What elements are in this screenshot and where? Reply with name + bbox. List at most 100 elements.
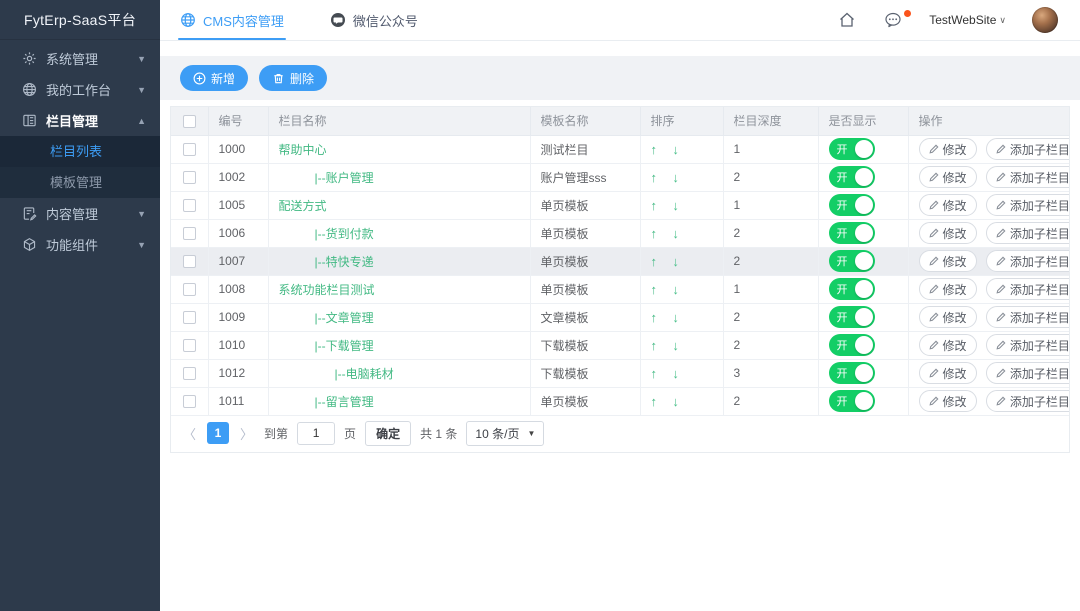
page-jump-input[interactable]: [297, 422, 335, 445]
avatar[interactable]: [1032, 7, 1058, 33]
home-icon[interactable]: [837, 10, 857, 30]
move-up-icon[interactable]: ↑: [651, 282, 658, 297]
move-down-icon[interactable]: ↓: [672, 366, 679, 381]
move-down-icon[interactable]: ↓: [672, 282, 679, 297]
current-page-button[interactable]: 1: [207, 422, 229, 444]
add-button[interactable]: 新增: [180, 65, 248, 91]
page-size-select[interactable]: 10 条/页 ▼: [466, 421, 544, 446]
row-checkbox[interactable]: [183, 395, 196, 408]
visibility-toggle[interactable]: 开: [829, 390, 875, 412]
visibility-toggle[interactable]: 开: [829, 166, 875, 188]
pencil-icon: [996, 256, 1006, 266]
row-checkbox[interactable]: [183, 339, 196, 352]
add-child-column-button[interactable]: 添加子栏目: [986, 222, 1069, 244]
messages-icon[interactable]: [883, 10, 903, 30]
sidebar-item-column-management[interactable]: 栏目管理 ▲: [0, 105, 160, 136]
row-checkbox[interactable]: [183, 255, 196, 268]
confirm-button[interactable]: 确定: [365, 421, 411, 446]
sidebar-item-template-management[interactable]: 模板管理: [0, 167, 160, 198]
sidebar-item-content[interactable]: 内容管理 ▼: [0, 198, 160, 229]
sidebar-item-components[interactable]: 功能组件 ▼: [0, 229, 160, 260]
edit-button[interactable]: 修改: [919, 278, 977, 300]
visibility-toggle[interactable]: 开: [829, 278, 875, 300]
add-child-column-button[interactable]: 添加子栏目: [986, 390, 1069, 412]
edit-button[interactable]: 修改: [919, 222, 977, 244]
edit-button[interactable]: 修改: [919, 250, 977, 272]
sidebar-item-workbench[interactable]: 我的工作台 ▼: [0, 74, 160, 105]
column-name-link[interactable]: |--特快专递: [315, 253, 374, 270]
edit-button[interactable]: 修改: [919, 306, 977, 328]
visibility-toggle[interactable]: 开: [829, 362, 875, 384]
move-down-icon[interactable]: ↓: [672, 170, 679, 185]
row-checkbox[interactable]: [183, 283, 196, 296]
add-child-column-button[interactable]: 添加子栏目: [986, 166, 1069, 188]
add-child-column-button[interactable]: 添加子栏目: [986, 278, 1069, 300]
row-checkbox[interactable]: [183, 199, 196, 212]
edit-button[interactable]: 修改: [919, 362, 977, 384]
tab-wechat-official[interactable]: 微信公众号: [328, 0, 420, 40]
edit-button[interactable]: 修改: [919, 390, 977, 412]
add-child-column-button[interactable]: 添加子栏目: [986, 138, 1069, 160]
add-child-column-button[interactable]: 添加子栏目: [986, 334, 1069, 356]
move-down-icon[interactable]: ↓: [672, 198, 679, 213]
table-row: 1012 |--电脑耗材 下载模板 ↑ ↓ 3 开 修改 添加: [171, 359, 1069, 387]
delete-button[interactable]: 删除: [259, 65, 327, 91]
visibility-toggle[interactable]: 开: [829, 334, 875, 356]
column-name-link[interactable]: |--电脑耗材: [335, 365, 394, 382]
move-up-icon[interactable]: ↑: [651, 198, 658, 213]
edit-button[interactable]: 修改: [919, 334, 977, 356]
row-checkbox[interactable]: [183, 311, 196, 324]
sidebar-item-system[interactable]: 系统管理 ▼: [0, 43, 160, 74]
select-all-checkbox[interactable]: [183, 115, 196, 128]
add-child-button-label: 添加子栏目: [1010, 281, 1069, 298]
row-depth: 2: [723, 163, 818, 191]
edit-button[interactable]: 修改: [919, 194, 977, 216]
column-name-link[interactable]: 配送方式: [279, 197, 327, 214]
move-down-icon[interactable]: ↓: [672, 310, 679, 325]
visibility-toggle[interactable]: 开: [829, 138, 875, 160]
move-down-icon[interactable]: ↓: [672, 338, 679, 353]
row-name-cell: |--留言管理: [268, 387, 530, 415]
add-child-column-button[interactable]: 添加子栏目: [986, 250, 1069, 272]
tab-cms-content[interactable]: CMS内容管理: [178, 0, 286, 40]
row-checkbox[interactable]: [183, 143, 196, 156]
row-checkbox[interactable]: [183, 227, 196, 240]
column-name-link[interactable]: |--下载管理: [315, 337, 374, 354]
row-sort-cell: ↑ ↓: [640, 331, 723, 359]
move-up-icon[interactable]: ↑: [651, 394, 658, 409]
edit-button[interactable]: 修改: [919, 138, 977, 160]
site-switcher[interactable]: TestWebSite ∨: [929, 13, 1006, 27]
next-page-button[interactable]: 〉: [238, 424, 255, 443]
move-down-icon[interactable]: ↓: [672, 254, 679, 269]
column-name-link[interactable]: |--文章管理: [315, 309, 374, 326]
sidebar-item-column-list[interactable]: 栏目列表: [0, 136, 160, 167]
column-name-link[interactable]: 系统功能栏目测试: [279, 281, 375, 298]
add-child-column-button[interactable]: 添加子栏目: [986, 194, 1069, 216]
move-down-icon[interactable]: ↓: [672, 142, 679, 157]
prev-page-button[interactable]: 〈: [181, 424, 198, 443]
row-checkbox[interactable]: [183, 171, 196, 184]
move-up-icon[interactable]: ↑: [651, 310, 658, 325]
visibility-toggle[interactable]: 开: [829, 194, 875, 216]
column-name-link[interactable]: |--留言管理: [315, 393, 374, 410]
move-down-icon[interactable]: ↓: [672, 394, 679, 409]
row-checkbox[interactable]: [183, 367, 196, 380]
move-up-icon[interactable]: ↑: [651, 254, 658, 269]
column-name-link[interactable]: |--货到付款: [315, 225, 374, 242]
visibility-toggle[interactable]: 开: [829, 306, 875, 328]
move-up-icon[interactable]: ↑: [651, 170, 658, 185]
edit-button[interactable]: 修改: [919, 166, 977, 188]
column-name-link[interactable]: 帮助中心: [279, 141, 327, 158]
add-child-column-button[interactable]: 添加子栏目: [986, 306, 1069, 328]
move-up-icon[interactable]: ↑: [651, 338, 658, 353]
move-up-icon[interactable]: ↑: [651, 226, 658, 241]
visibility-toggle[interactable]: 开: [829, 250, 875, 272]
add-child-column-button[interactable]: 添加子栏目: [986, 362, 1069, 384]
move-up-icon[interactable]: ↑: [651, 366, 658, 381]
toggle-knob: [855, 252, 873, 270]
column-name-link[interactable]: |--账户管理: [315, 169, 374, 186]
visibility-toggle[interactable]: 开: [829, 222, 875, 244]
move-down-icon[interactable]: ↓: [672, 226, 679, 241]
move-up-icon[interactable]: ↑: [651, 142, 658, 157]
row-visible-cell: 开: [818, 163, 908, 191]
